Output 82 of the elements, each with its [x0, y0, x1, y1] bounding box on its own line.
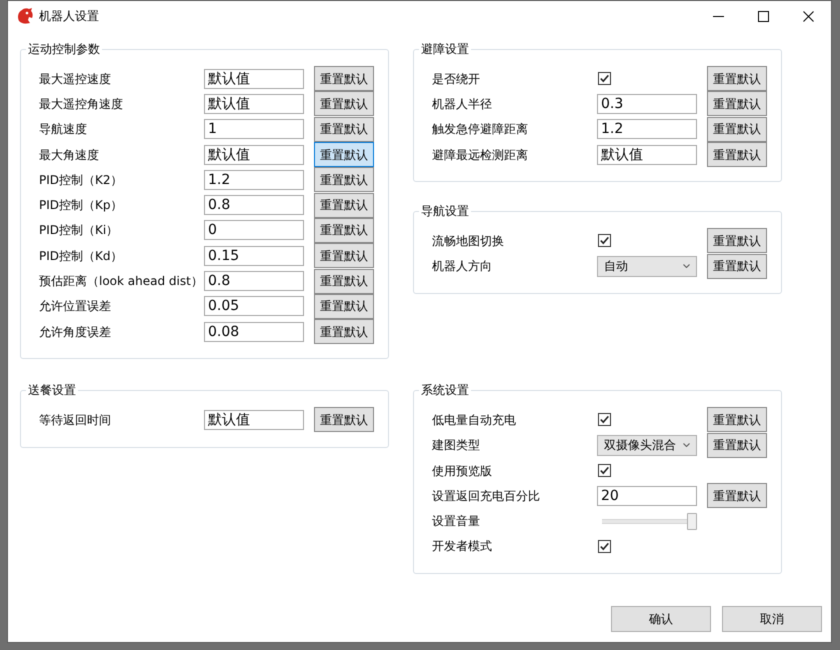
- setting-label: PID控制（Kd）: [39, 248, 124, 264]
- reset-button[interactable]: 重置默认: [314, 294, 374, 319]
- setting-label: 使用预览版: [432, 462, 493, 478]
- chevron-down-icon: [683, 443, 690, 448]
- app-logo-icon: [16, 7, 34, 25]
- window-title: 机器人设置: [39, 8, 99, 24]
- close-icon: [803, 10, 814, 22]
- checkbox[interactable]: [598, 72, 611, 86]
- setting-label: PID控制（Ki）: [39, 222, 120, 238]
- text-field[interactable]: 20: [597, 486, 697, 506]
- cancel-button[interactable]: 取消: [722, 606, 822, 632]
- reset-button[interactable]: 重置默认: [707, 91, 767, 116]
- group-title: 送餐设置: [27, 382, 77, 400]
- group-title: 导航设置: [420, 203, 470, 220]
- setting-label: 最大遥控角速度: [39, 96, 124, 112]
- text-field[interactable]: 1.2: [597, 119, 697, 140]
- setting-label: 流畅地图切换: [432, 232, 505, 249]
- group-title: 运动控制参数: [27, 41, 101, 58]
- reset-button[interactable]: 重置默认: [707, 228, 767, 254]
- text-field[interactable]: 0.8: [204, 271, 304, 292]
- checkbox[interactable]: [598, 413, 611, 426]
- setting-label: 允许位置误差: [39, 298, 112, 314]
- reset-button[interactable]: 重置默认: [707, 407, 767, 432]
- dropdown[interactable]: 双摄像头混合: [597, 434, 697, 456]
- setting-label: 设置返回充电百分比: [432, 488, 541, 504]
- setting-label: 机器人半径: [432, 96, 493, 112]
- reset-button[interactable]: 重置默认: [314, 407, 374, 432]
- reset-button[interactable]: 重置默认: [314, 66, 374, 92]
- reset-button[interactable]: 重置默认: [314, 218, 374, 243]
- reset-button[interactable]: 重置默认: [707, 254, 767, 279]
- text-field[interactable]: 0.8: [204, 195, 304, 216]
- reset-button[interactable]: 重置默认: [707, 116, 767, 142]
- text-field[interactable]: 1: [204, 119, 304, 140]
- reset-button[interactable]: 重置默认: [314, 268, 374, 294]
- reset-button[interactable]: 重置默认: [314, 243, 374, 268]
- text-field[interactable]: 默认值: [597, 144, 697, 165]
- text-field[interactable]: 0.08: [204, 322, 304, 342]
- chevron-down-icon: [683, 264, 690, 268]
- text-field[interactable]: 0: [204, 220, 304, 240]
- text-field[interactable]: 0.15: [204, 246, 304, 266]
- reset-button[interactable]: 重置默认: [314, 142, 374, 168]
- checkbox[interactable]: [598, 464, 611, 477]
- checkbox[interactable]: [598, 540, 611, 553]
- text-field[interactable]: 默认值: [204, 68, 304, 89]
- setting-label: PID控制（K2）: [39, 172, 124, 188]
- setting-label: PID控制（Kp）: [39, 197, 124, 214]
- confirm-button[interactable]: 确认: [611, 606, 711, 632]
- reset-button[interactable]: 重置默认: [707, 483, 767, 508]
- reset-button[interactable]: 重置默认: [314, 319, 374, 344]
- reset-button[interactable]: 重置默认: [707, 66, 767, 92]
- text-field[interactable]: 默认值: [204, 144, 304, 165]
- setting-label: 允许角度误差: [39, 324, 112, 340]
- reset-button[interactable]: 重置默认: [707, 432, 767, 458]
- group-title: 系统设置: [420, 382, 470, 400]
- text-field[interactable]: 0.05: [204, 296, 304, 316]
- setting-label: 建图类型: [432, 437, 481, 454]
- reset-button[interactable]: 重置默认: [314, 167, 374, 192]
- reset-button[interactable]: 重置默认: [707, 142, 767, 168]
- text-field[interactable]: 0.3: [597, 94, 697, 114]
- setting-label: 预估距离（look ahead dist）: [39, 273, 204, 290]
- setting-label: 最大角速度: [39, 146, 100, 163]
- text-field[interactable]: 默认值: [204, 94, 304, 114]
- setting-label: 开发者模式: [432, 538, 493, 554]
- setting-label: 最大遥控速度: [39, 70, 112, 87]
- reset-button[interactable]: 重置默认: [314, 116, 374, 142]
- setting-label: 低电量自动充电: [432, 412, 517, 428]
- setting-label: 是否绕开: [432, 70, 481, 87]
- setting-label: 避障最远检测距离: [432, 146, 529, 163]
- setting-label: 触发急停避障距离: [432, 121, 529, 138]
- text-field[interactable]: 1.2: [204, 170, 304, 190]
- slider-thumb[interactable]: [687, 512, 697, 530]
- setting-label: 机器人方向: [432, 258, 493, 274]
- setting-label: 等待返回时间: [39, 412, 112, 428]
- checkbox[interactable]: [598, 234, 611, 248]
- reset-button[interactable]: 重置默认: [314, 192, 374, 218]
- reset-button[interactable]: 重置默认: [314, 91, 374, 116]
- maximize-icon: [758, 10, 769, 22]
- setting-label: 设置音量: [432, 513, 481, 530]
- group-title: 避障设置: [420, 41, 470, 58]
- text-field[interactable]: 默认值: [204, 410, 304, 430]
- setting-label: 导航速度: [39, 121, 88, 138]
- dropdown[interactable]: 自动: [597, 256, 697, 277]
